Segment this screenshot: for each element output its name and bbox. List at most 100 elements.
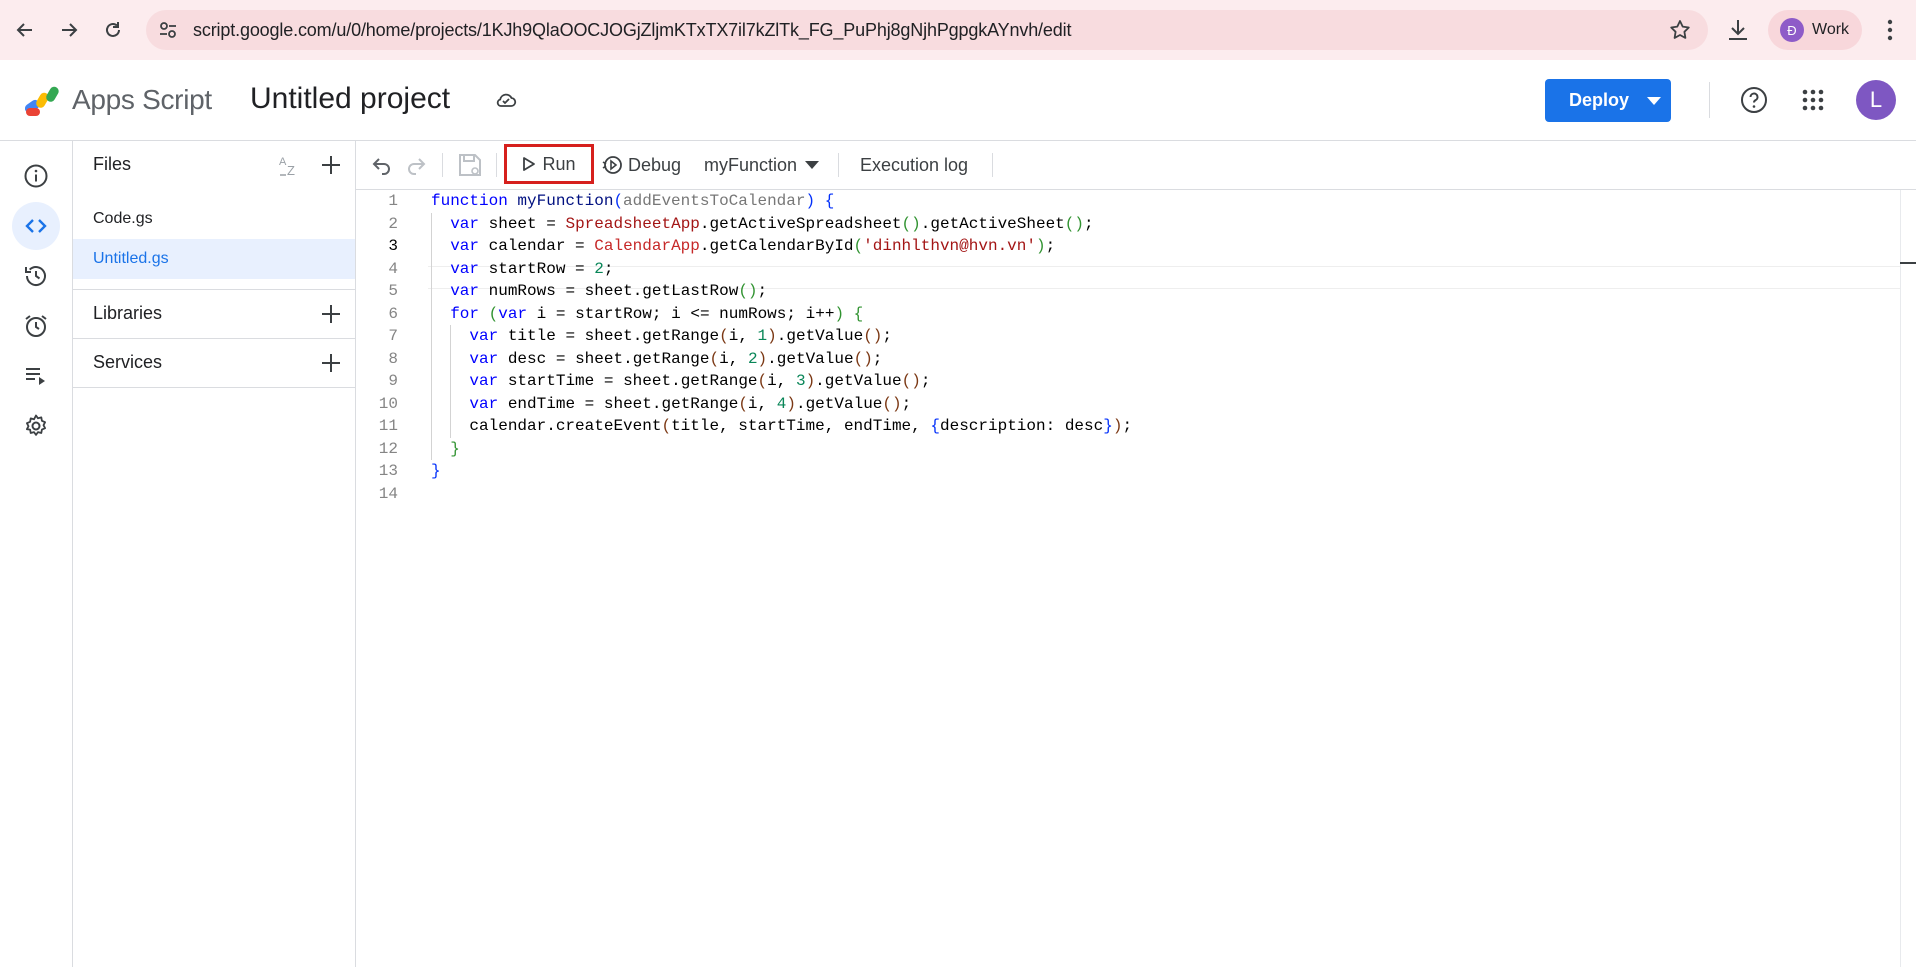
reload-icon (106, 22, 120, 37)
gear-icon (26, 414, 46, 436)
code-line[interactable]: 11 calendar.createEvent(title, startTime… (356, 415, 1896, 438)
file-item-untitled-gs[interactable]: Untitled.gs (73, 239, 355, 279)
sort-az-icon[interactable]: A Z (277, 153, 303, 179)
code-line[interactable]: 10 var endTime = sheet.getRange(i, 4).ge… (356, 393, 1896, 416)
save-button[interactable] (456, 141, 484, 189)
code-line[interactable]: 7 var title = sheet.getRange(i, 1).getVa… (356, 325, 1896, 348)
code-line[interactable]: 2 var sheet = SpreadsheetApp.getActiveSp… (356, 213, 1896, 236)
toolbar-divider (838, 153, 839, 177)
play-icon (523, 157, 536, 171)
more-vert-icon[interactable] (1874, 14, 1906, 46)
rail-executions[interactable] (12, 352, 60, 400)
run-button[interactable]: Run (504, 144, 594, 184)
deploy-button[interactable]: Deploy (1545, 79, 1671, 122)
code-editor[interactable]: 1 function myFunction(addEventsToCalendar… (356, 190, 1916, 967)
code-line[interactable]: 8 var desc = sheet.getRange(i, 2).getVal… (356, 348, 1896, 371)
rail-triggers[interactable] (12, 302, 60, 350)
line-number: 5 (388, 282, 398, 300)
left-nav-rail (0, 141, 73, 967)
line-number: 13 (378, 462, 398, 480)
editor-scrollbar[interactable] (1900, 190, 1901, 967)
code-line[interactable]: 6 for (var i = startRow; i <= numRows; i… (356, 303, 1896, 326)
caret-down-icon (805, 161, 820, 169)
add-file-icon[interactable] (319, 153, 343, 177)
code-line[interactable]: 3 var calendar = CalendarApp.getCalendar… (356, 235, 1896, 258)
alarm-clock-icon (25, 315, 47, 337)
forward-button[interactable] (50, 11, 88, 49)
files-title: Files (93, 154, 132, 174)
line-number: 8 (388, 349, 398, 368)
profile-label: Work (1812, 21, 1850, 38)
rail-settings[interactable] (12, 402, 60, 450)
line-code: var startTime = sheet.getRange(i, 3).get… (469, 372, 931, 390)
file-item-code-gs[interactable]: Code.gs (73, 199, 355, 239)
indent-guide (431, 212, 432, 460)
undo-button[interactable] (370, 141, 394, 189)
arrow-left-icon (16, 23, 32, 37)
history-icon (25, 266, 46, 287)
browser-profile-chip[interactable]: Đ Work (1768, 10, 1862, 50)
code-line[interactable]: 13} (356, 460, 1896, 483)
profile-avatar: Đ (1780, 18, 1804, 42)
playlist-play-icon (26, 368, 45, 385)
line-code: for (var i = startRow; i <= numRows; i++… (450, 304, 864, 323)
add-service-icon[interactable] (319, 351, 343, 375)
line-code: var numRows = sheet.getLastRow(); (450, 282, 768, 300)
line-number: 7 (388, 327, 398, 345)
rail-editor[interactable] (12, 202, 60, 250)
services-section: Services (73, 339, 355, 387)
code-line[interactable]: 12 } (356, 438, 1896, 461)
bookmark-star-icon[interactable] (1668, 18, 1692, 42)
add-library-icon[interactable] (319, 302, 343, 326)
caret-down-icon (1647, 96, 1662, 105)
line-number: 2 (388, 214, 398, 233)
help-icon[interactable] (1739, 85, 1769, 115)
debug-icon (602, 156, 622, 174)
code-icon (25, 219, 47, 233)
function-select[interactable]: myFunction (704, 141, 820, 189)
debug-button[interactable]: Debug (602, 141, 681, 189)
rail-triggers-history[interactable] (12, 252, 60, 300)
line-code: function myFunction(addEventsToCalendar)… (431, 192, 835, 210)
back-button[interactable] (6, 11, 44, 49)
svg-text:Z: Z (287, 163, 295, 178)
code-line[interactable]: 14 (356, 483, 1896, 506)
libraries-title: Libraries (93, 303, 163, 323)
function-name: myFunction (704, 154, 798, 175)
undo-icon (372, 158, 390, 175)
redo-button[interactable] (404, 141, 428, 189)
line-code: var startRow = 2; (450, 259, 614, 278)
line-code: var calendar = CalendarApp.getCalendarBy… (450, 237, 1056, 255)
site-settings-icon[interactable] (158, 20, 178, 40)
line-number: 1 (388, 192, 398, 210)
project-title[interactable]: Untitled project (250, 82, 450, 116)
browser-toolbar: script.google.com/u/0/home/projects/1KJh… (0, 0, 1916, 60)
line-number: 6 (388, 304, 398, 323)
google-apps-icon[interactable] (1801, 88, 1825, 112)
line-code: } (431, 462, 441, 480)
rail-overview[interactable] (12, 152, 60, 200)
url-text: script.google.com/u/0/home/projects/1KJh… (193, 20, 1072, 40)
line-number: 11 (378, 417, 398, 435)
info-icon (24, 164, 48, 188)
code-line[interactable]: 1 function myFunction(addEventsToCalendar… (356, 190, 1896, 213)
toolbar-divider (992, 153, 993, 177)
editor-toolbar: Run Debug myFunction Execution log (356, 141, 1916, 190)
download-icon[interactable] (1720, 12, 1756, 48)
line-code: var title = sheet.getRange(i, 1).getValu… (469, 327, 893, 345)
cloud-saved-icon (496, 93, 517, 107)
code-line[interactable]: 9 var startTime = sheet.getRange(i, 3).g… (356, 370, 1896, 393)
address-bar[interactable]: script.google.com/u/0/home/projects/1KJh… (146, 10, 1708, 50)
product-name: Apps Script (72, 84, 212, 115)
line-code: var endTime = sheet.getRange(i, 4).getVa… (469, 394, 912, 413)
account-avatar[interactable]: L (1856, 80, 1896, 120)
code-line[interactable]: 4 var startRow = 2; (356, 258, 1896, 281)
code-line[interactable]: 5 var numRows = sheet.getLastRow(); (356, 280, 1896, 303)
line-number: 10 (378, 394, 398, 413)
reload-button[interactable] (94, 11, 132, 49)
execution-log-button[interactable]: Execution log (860, 141, 968, 189)
line-code: calendar.createEvent(title, startTime, e… (469, 417, 1133, 435)
redo-icon (408, 158, 426, 175)
debug-label: Debug (628, 154, 682, 175)
line-number: 14 (378, 484, 398, 503)
